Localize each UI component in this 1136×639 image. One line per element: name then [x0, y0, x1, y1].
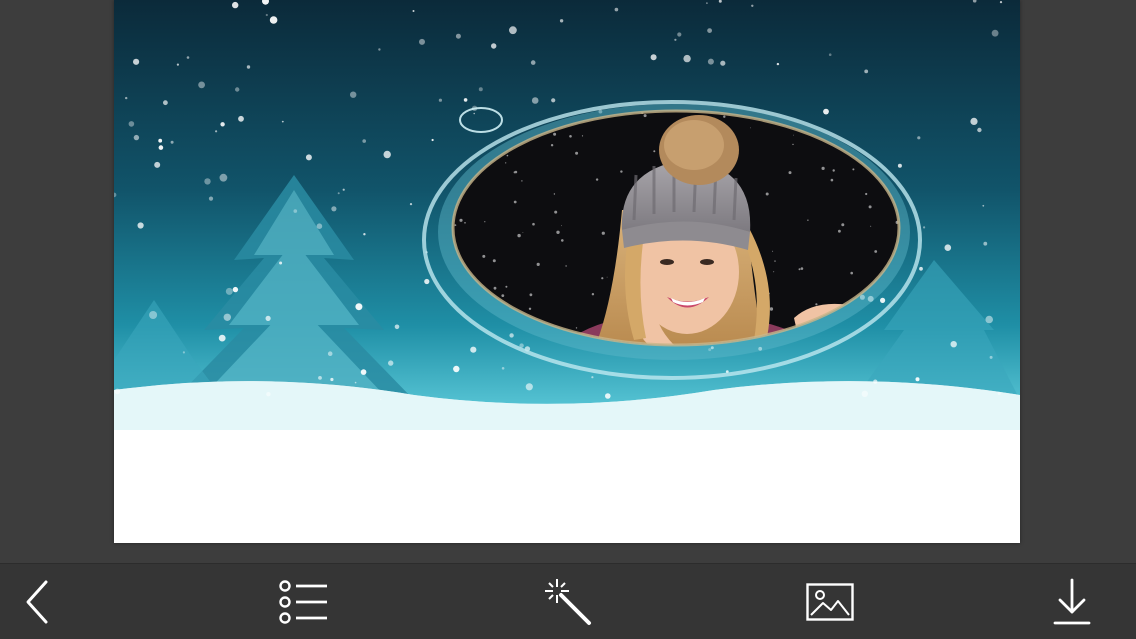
- frames-button[interactable]: [276, 574, 332, 630]
- winter-frame-artwork: [114, 0, 1020, 543]
- photo-frame-editor: [0, 0, 1136, 639]
- download-icon: [1052, 578, 1092, 626]
- magic-wand-icon: [543, 577, 593, 627]
- chevron-left-icon: [22, 578, 58, 626]
- workspace: [0, 0, 1136, 563]
- gallery-button[interactable]: [802, 574, 858, 630]
- effects-button[interactable]: [540, 574, 596, 630]
- image-icon: [806, 583, 854, 621]
- bottom-toolbar: [0, 563, 1136, 639]
- back-button[interactable]: [12, 574, 68, 630]
- framed-photo-preview[interactable]: [114, 0, 1020, 543]
- list-icon: [279, 580, 329, 624]
- save-button[interactable]: [1044, 574, 1100, 630]
